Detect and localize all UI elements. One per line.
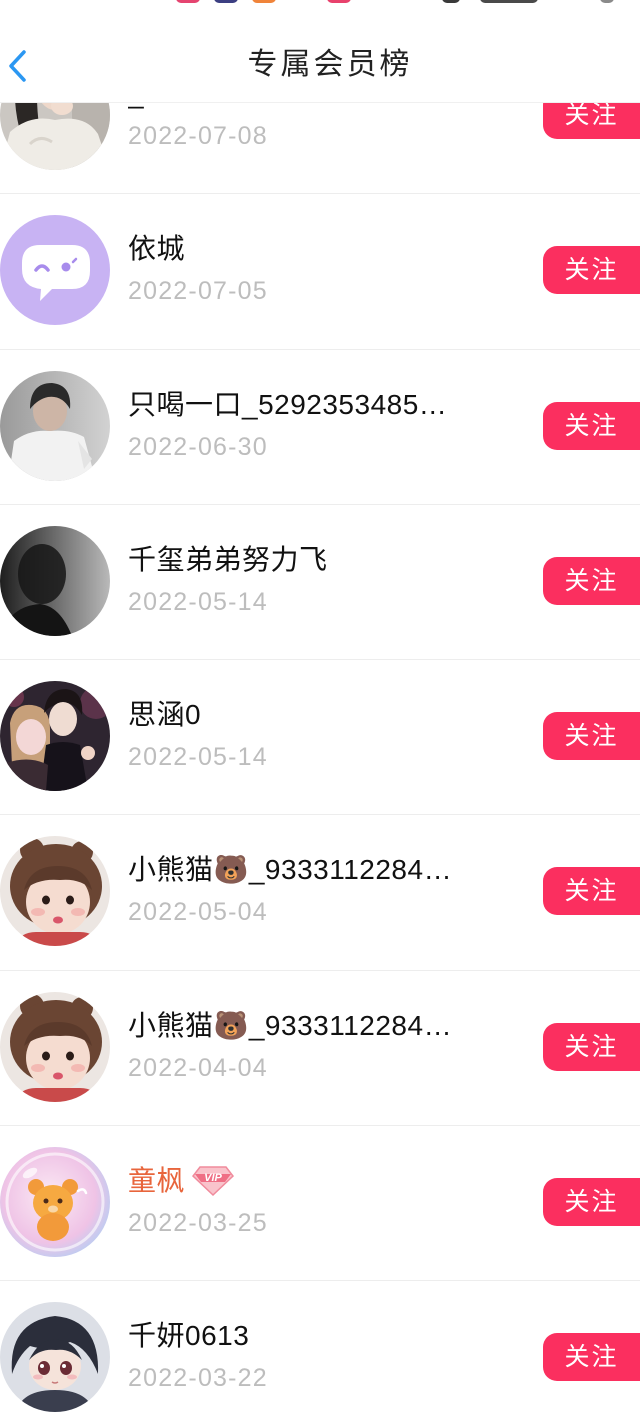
member-name: 千妍0613 xyxy=(128,1320,250,1351)
avatar[interactable] xyxy=(0,1146,110,1257)
status-bar-icon xyxy=(480,0,538,3)
member-name-line: 千妍0613 xyxy=(128,1317,249,1355)
status-bar-icon xyxy=(252,0,276,3)
vip-badge-label: VIP xyxy=(204,1171,222,1184)
member-name-line: 小熊猫🐻_9333112284… xyxy=(128,851,452,889)
avatar[interactable] xyxy=(0,991,110,1102)
avatar[interactable] xyxy=(0,370,110,481)
avatar[interactable] xyxy=(0,836,110,947)
member-name-line: 只喝一口_5292353485… xyxy=(128,386,447,424)
vip-badge: VIP xyxy=(192,1165,235,1197)
page-title: 专属会员榜 xyxy=(247,48,413,81)
member-name: 思涵0 xyxy=(128,699,202,730)
avatar[interactable] xyxy=(0,1302,110,1412)
follow-button[interactable]: 关注 xyxy=(543,867,640,916)
avatar[interactable] xyxy=(0,681,110,791)
follow-button[interactable]: 关注 xyxy=(543,1022,640,1071)
follow-button[interactable]: 关注 xyxy=(543,712,640,760)
member-date: 2022-05-04 xyxy=(128,898,268,927)
status-bar-icon xyxy=(176,0,200,3)
member-date: 2022-07-05 xyxy=(128,277,268,306)
status-bar-icon xyxy=(327,0,351,3)
follow-button[interactable]: 关注 xyxy=(543,246,640,295)
member-date: 2022-03-25 xyxy=(128,1208,268,1237)
follow-button[interactable]: 关注 xyxy=(543,1333,640,1381)
member-name: 小熊猫🐻_9333112284… xyxy=(128,1009,453,1041)
follow-button[interactable]: 关注 xyxy=(543,1177,640,1226)
member-name-line: 小熊猫🐻_9333112284… xyxy=(128,1007,452,1045)
status-bar-icon xyxy=(214,0,238,3)
member-row[interactable]: 千玺弟弟努力飞 2022-05-14 关注 xyxy=(0,503,640,649)
member-name-line: 千玺弟弟努力飞 xyxy=(128,541,328,579)
avatar[interactable] xyxy=(0,215,110,326)
member-row[interactable]: 小熊猫🐻_9333112284… 2022-05-04 关注 xyxy=(0,814,640,960)
member-date: 2022-07-08 xyxy=(128,122,268,150)
member-date: 2022-05-14 xyxy=(128,587,268,616)
avatar[interactable] xyxy=(0,525,110,636)
member-date: 2022-05-14 xyxy=(128,743,268,771)
member-name: 小熊猫🐻_9333112284… xyxy=(128,854,453,886)
member-name: 只喝一口_5292353485… xyxy=(128,388,448,420)
member-name-line: 童枫 VIP xyxy=(128,1162,235,1200)
member-date: 2022-04-04 xyxy=(128,1053,268,1082)
member-row[interactable]: 童枫 VIP 2022-03-25 关注 xyxy=(0,1124,640,1270)
member-row[interactable]: 思涵0 2022-05-14 关注 xyxy=(0,659,640,804)
member-row[interactable]: 只喝一口_5292353485… 2022-06-30 关注 xyxy=(0,348,640,494)
status-bar-icon xyxy=(600,0,614,3)
member-name: 千玺弟弟努力飞 xyxy=(128,543,328,575)
member-name-line: 思涵0 xyxy=(128,696,201,734)
member-row[interactable]: 千妍0613 2022-03-22 关注 xyxy=(0,1280,640,1425)
top-navigation-bar: 专属会员榜 xyxy=(0,0,640,103)
member-ranking-page: _2022-07-08关注依城2022-07-05关注只喝一口_52923534… xyxy=(0,0,640,1425)
member-date: 2022-06-30 xyxy=(128,432,268,461)
member-row[interactable]: 依城 2022-07-05 关注 xyxy=(0,193,640,339)
member-name: 童枫 xyxy=(128,1164,186,1196)
member-name: 依城 xyxy=(128,233,186,265)
member-name-line: 依城 xyxy=(128,230,185,268)
member-row[interactable]: 小熊猫🐻_9333112284… 2022-04-04 关注 xyxy=(0,969,640,1115)
follow-button[interactable]: 关注 xyxy=(543,556,640,605)
follow-button[interactable]: 关注 xyxy=(543,401,640,450)
member-list[interactable]: _2022-07-08关注依城2022-07-05关注只喝一口_52923534… xyxy=(0,0,640,1425)
member-date: 2022-03-22 xyxy=(128,1364,268,1392)
status-bar-icon xyxy=(442,0,460,3)
